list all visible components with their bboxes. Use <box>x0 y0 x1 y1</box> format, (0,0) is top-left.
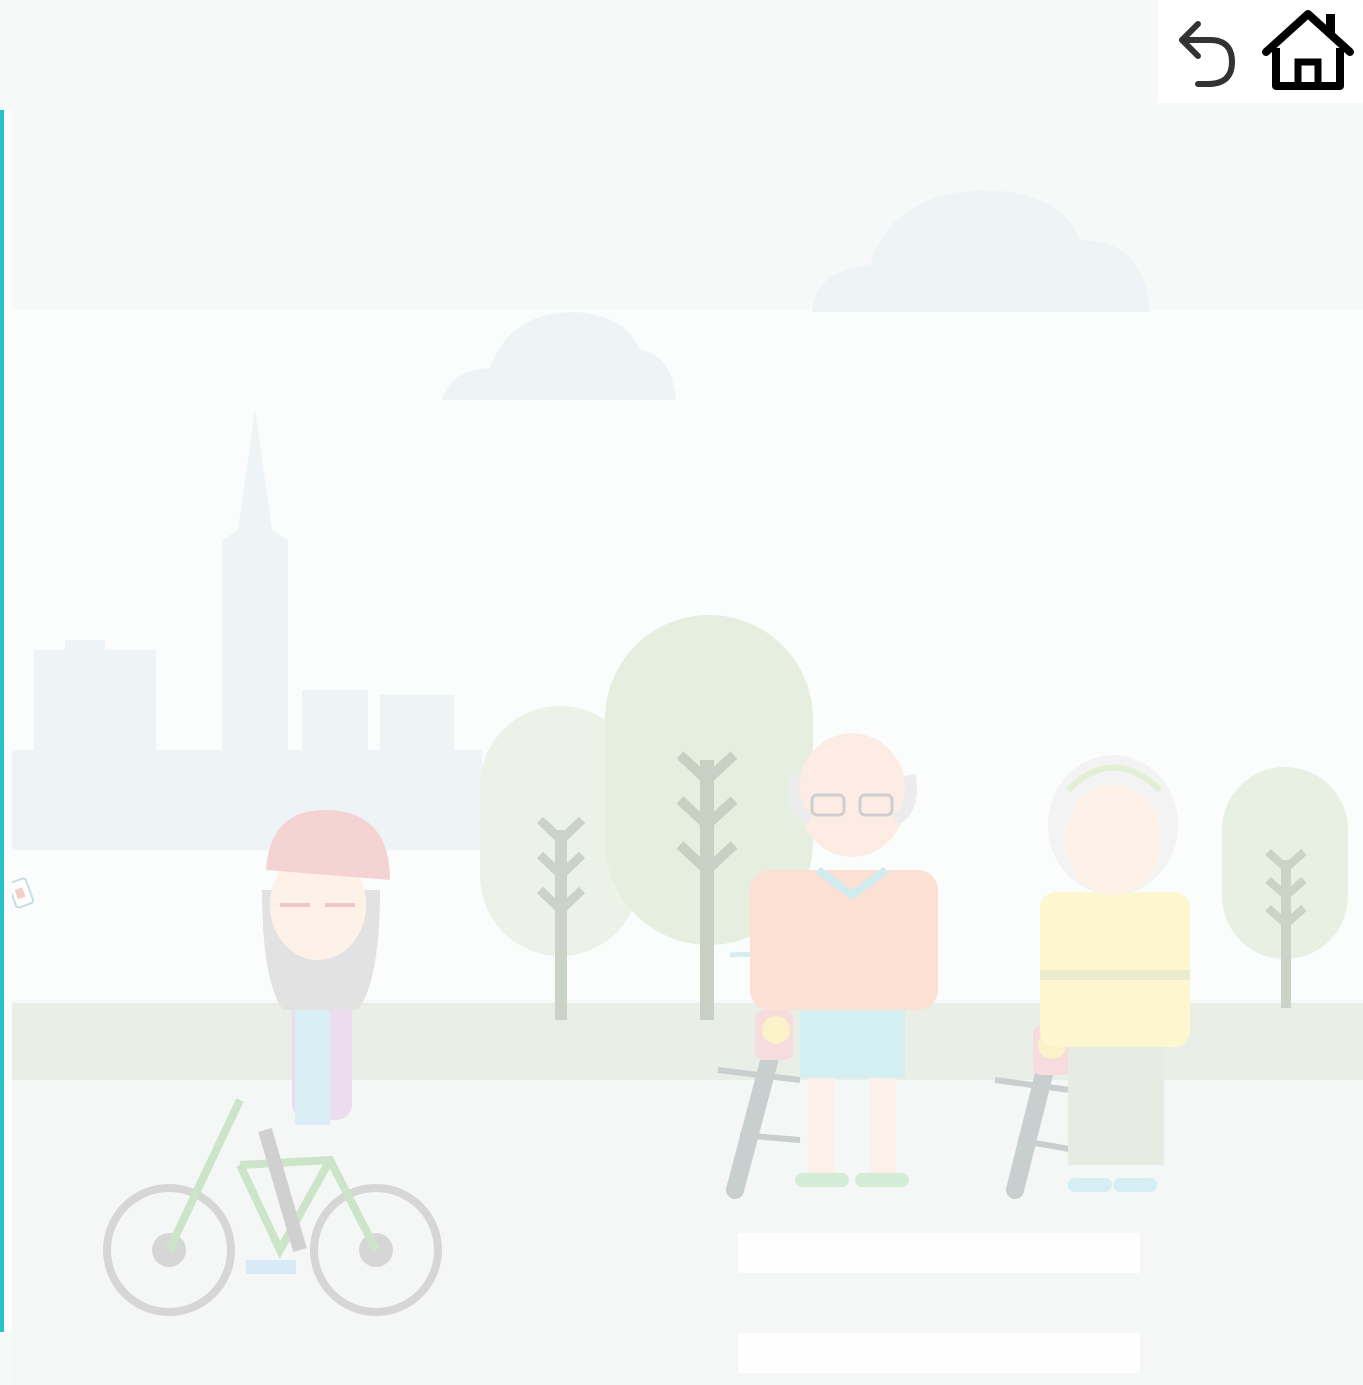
undo-arrow-icon <box>1179 21 1236 87</box>
home-button[interactable] <box>1258 0 1358 100</box>
park-scene-illustration <box>0 0 1363 1385</box>
road-stripe <box>738 1233 1140 1273</box>
left-panel-edge <box>4 110 12 1332</box>
road-stripe <box>738 1333 1140 1373</box>
home-icon <box>1262 10 1354 90</box>
undo-button[interactable] <box>1158 0 1258 100</box>
